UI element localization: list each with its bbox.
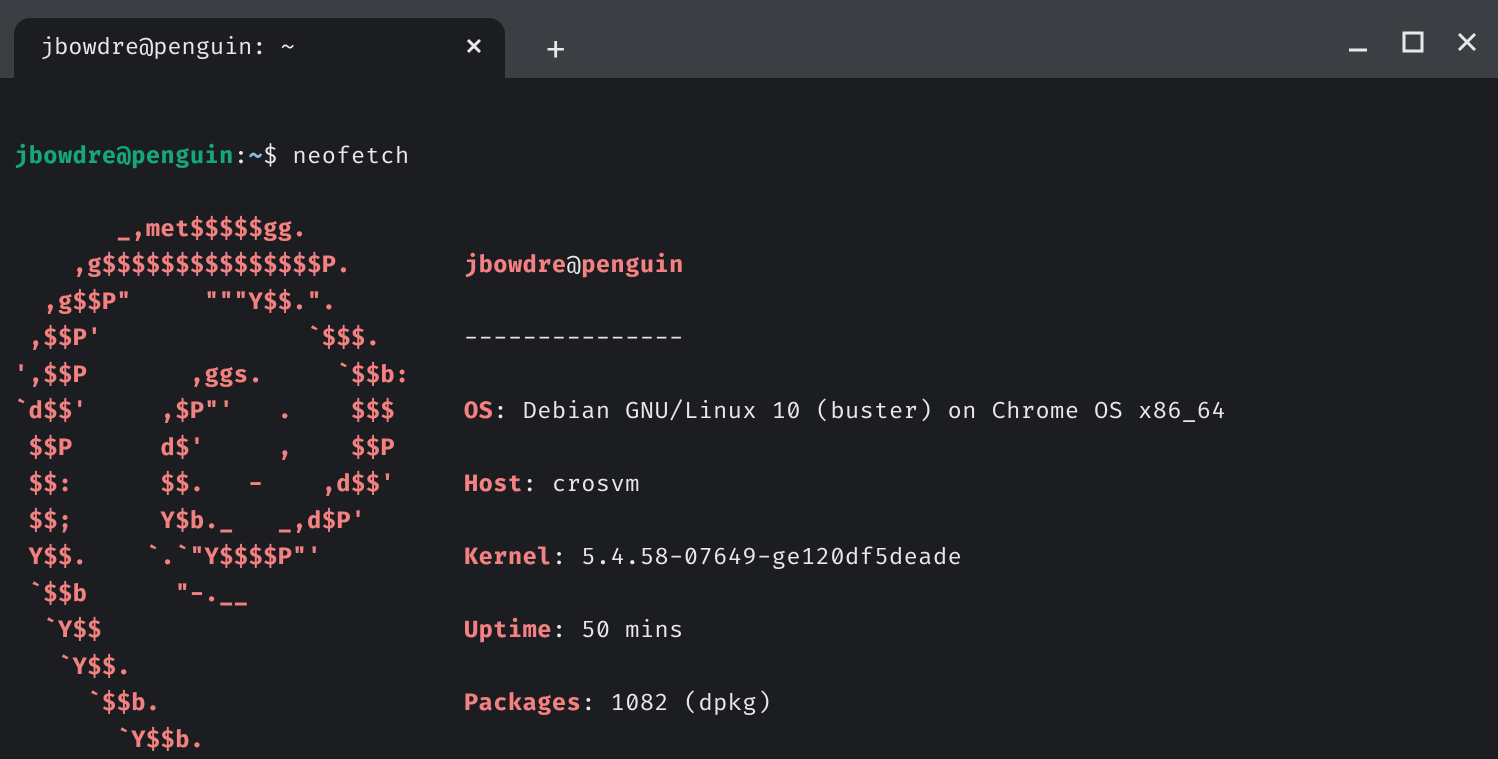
terminal-tab[interactable]: jbowdre@penguin: ~ ✕ (14, 18, 505, 78)
info-value: 5.4.58-07649-ge120df5deade (581, 544, 962, 572)
prompt-sigil: $ (263, 143, 292, 171)
header-user: jbowdre (464, 252, 567, 280)
info-value: 50 mins (581, 617, 684, 645)
ascii-logo: _,met$$$$$gg. ,g$$$$$$$$$$$$$$$P. ,g$$P"… (14, 216, 410, 759)
info-label: Packages (464, 690, 581, 718)
terminal-output[interactable]: jbowdre@penguin:~$ neofetch _,met$$$$$gg… (0, 78, 1498, 759)
minimize-icon[interactable] (1346, 30, 1370, 54)
info-value: 1082 (dpkg) (611, 690, 772, 718)
prompt-command: neofetch (292, 143, 409, 171)
info-label: Uptime (464, 617, 552, 645)
info-value: Debian GNU/Linux 10 (buster) on Chrome O… (523, 398, 1226, 426)
close-window-icon[interactable] (1456, 31, 1478, 53)
info-value: crosvm (552, 471, 640, 499)
new-tab-button[interactable]: + (545, 34, 566, 68)
header-divider: --------------- (464, 321, 1226, 358)
info-label: OS (464, 398, 493, 426)
maximize-icon[interactable] (1402, 31, 1424, 53)
close-tab-icon[interactable]: ✕ (465, 37, 483, 59)
info-column: jbowdre@penguin --------------- OS: Debi… (454, 212, 1226, 759)
header-at: @ (567, 252, 582, 280)
titlebar: jbowdre@penguin: ~ ✕ + (0, 0, 1498, 78)
window-controls (1346, 30, 1478, 54)
prompt-path: ~ (248, 143, 263, 171)
tab-title: jbowdre@penguin: ~ (40, 34, 295, 62)
header-host: penguin (581, 252, 684, 280)
prompt-sep: : (234, 143, 249, 171)
info-label: Kernel (464, 544, 552, 572)
prompt-line: jbowdre@penguin:~$ neofetch (14, 139, 1484, 176)
prompt-user-host: jbowdre@penguin (14, 143, 234, 171)
info-label: Host (464, 471, 523, 499)
